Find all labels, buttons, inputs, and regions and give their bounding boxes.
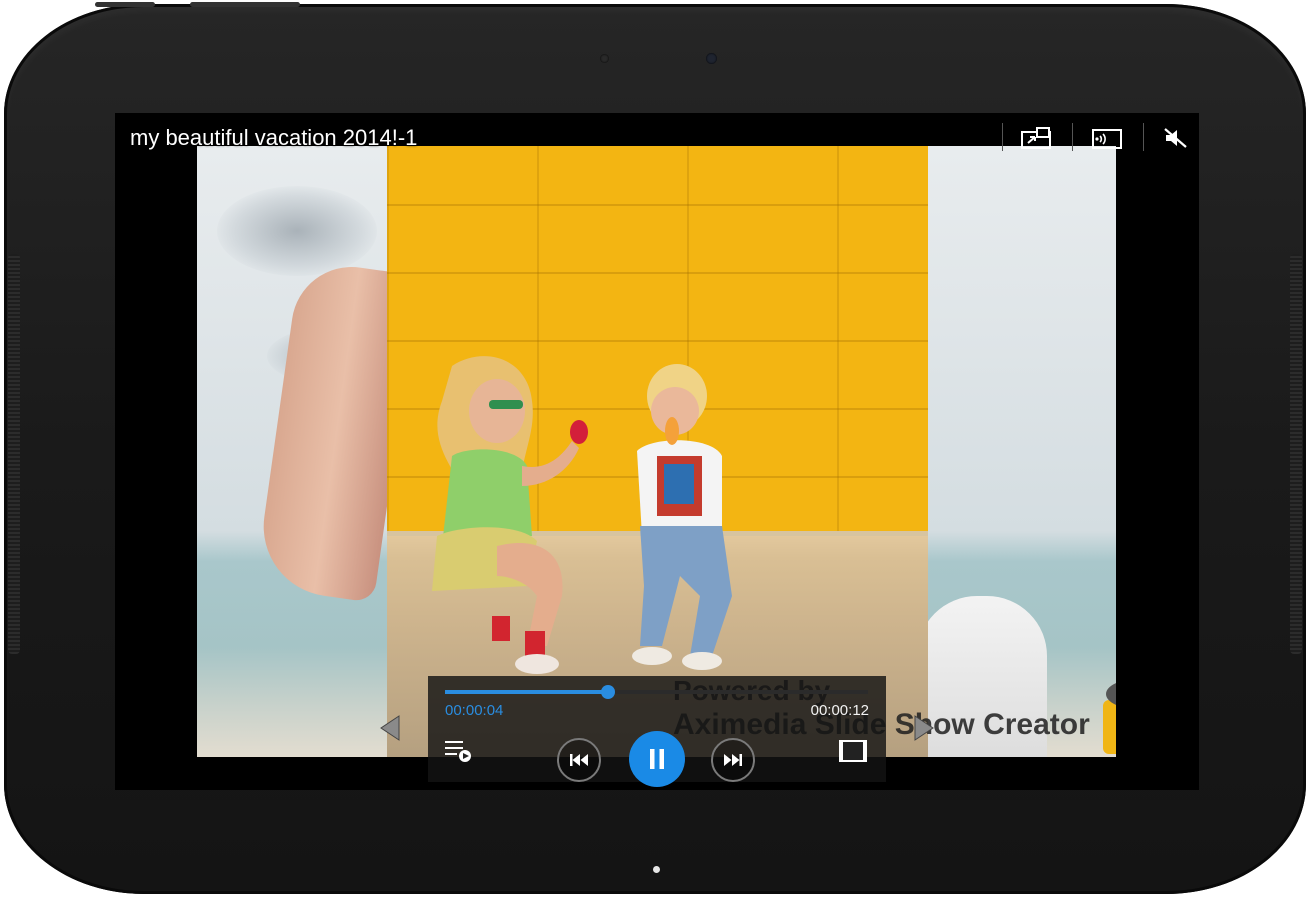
home-indicator	[653, 866, 660, 873]
toolbar-divider	[1002, 123, 1003, 151]
toolbar-divider	[1143, 123, 1144, 151]
pause-icon	[650, 749, 664, 769]
video-player-screen: Powered by Aximedia Slide Show Creator m…	[115, 113, 1199, 790]
right-speaker-grille	[1290, 254, 1302, 654]
boy-figure	[632, 364, 732, 670]
power-button	[95, 2, 155, 7]
light-sensor	[600, 54, 609, 63]
current-time: 00:00:04	[445, 702, 504, 719]
previous-slide-arrow-icon[interactable]	[377, 713, 403, 743]
slideshow-creator-logo	[1103, 683, 1116, 754]
popup-player-icon[interactable]	[1019, 125, 1053, 151]
total-time: 00:00:12	[810, 702, 869, 719]
next-slide-arrow-icon[interactable]	[911, 713, 937, 743]
video-title: my beautiful vacation 2014!-1	[130, 125, 418, 150]
playback-controls: 00:00:04 00:00:12	[428, 676, 886, 787]
video-frame[interactable]: Powered by Aximedia Slide Show Creator	[197, 146, 1116, 757]
fast-forward-button[interactable]	[711, 738, 755, 782]
front-camera	[706, 53, 717, 64]
rewind-icon	[570, 754, 588, 766]
fast-forward-icon	[724, 754, 742, 766]
rewind-button[interactable]	[557, 738, 601, 782]
seek-bar[interactable]	[445, 685, 868, 699]
toolbar-divider	[1072, 123, 1073, 151]
seek-bar-thumb[interactable]	[600, 685, 615, 699]
screen-mirroring-icon[interactable]	[1090, 125, 1124, 151]
cloud	[217, 186, 377, 276]
playlist-icon[interactable]	[442, 736, 476, 766]
mute-icon[interactable]	[1159, 125, 1193, 151]
photo-slide	[387, 146, 928, 757]
girl-figure	[432, 356, 588, 674]
seek-bar-progress	[445, 690, 608, 694]
volume-button	[190, 2, 300, 7]
aspect-ratio-icon[interactable]	[836, 736, 870, 766]
pause-button[interactable]	[629, 731, 685, 787]
left-speaker-grille	[8, 254, 20, 654]
